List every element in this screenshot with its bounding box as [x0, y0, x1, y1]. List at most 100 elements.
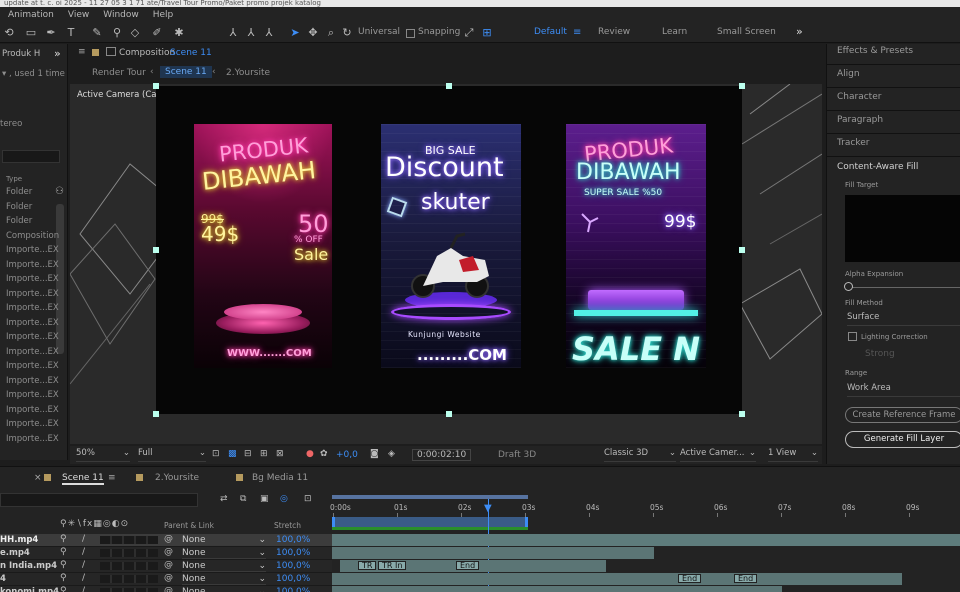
parent-dropdown[interactable]: None ⌄	[182, 561, 266, 572]
layer-name[interactable]: n India.mp4	[0, 561, 57, 571]
marker-end[interactable]: End	[678, 574, 702, 583]
world-axis-icon[interactable]: ⅄	[244, 26, 258, 39]
layer-name[interactable]: HH.mp4	[0, 535, 38, 545]
tab-yoursite[interactable]: 2.Yoursite	[155, 473, 199, 483]
layer-switches[interactable]	[100, 562, 158, 570]
motion-blur-icon[interactable]: ◎	[280, 494, 288, 504]
marker-tr-in[interactable]: TR In	[378, 561, 407, 570]
mask-visibility-icon[interactable]: ⊟	[244, 449, 252, 459]
transform-handle[interactable]	[739, 411, 745, 417]
eraser-tool-icon[interactable]: ◇	[128, 26, 142, 39]
exposure-value[interactable]: +0,0	[336, 450, 358, 460]
tab-scene-11[interactable]: Scene 11	[62, 473, 104, 485]
marker-end[interactable]: End	[734, 574, 758, 583]
layer-switches[interactable]	[100, 588, 158, 592]
layer-switches[interactable]	[100, 575, 158, 583]
stretch-value[interactable]: 100,0%	[276, 574, 310, 584]
project-item[interactable]: Importe...EX	[6, 245, 59, 255]
shy-switch-icon[interactable]: ⚲	[60, 560, 67, 570]
orbit-icon[interactable]: ⟲	[2, 26, 16, 39]
pick-whip-icon[interactable]: @	[164, 560, 173, 570]
panel-close-icon[interactable]: ≡	[78, 47, 86, 57]
project-item[interactable]: Importe...EX	[6, 419, 59, 429]
layer-name[interactable]: konomi.mp4	[0, 587, 59, 592]
rotate-tool-icon[interactable]: ↻	[340, 26, 354, 39]
marker-tr[interactable]: TR	[358, 561, 377, 570]
transform-handle[interactable]	[739, 247, 745, 253]
layer-bar[interactable]	[332, 547, 654, 559]
create-reference-frame-button[interactable]: Create Reference Frame	[845, 407, 960, 423]
views-dropdown[interactable]: 1 View ⌄	[768, 448, 818, 462]
pen-tool-icon[interactable]: ✒	[44, 26, 58, 39]
snap-grid-icon[interactable]: ⊞	[480, 26, 494, 39]
shy-switch-icon[interactable]: ⚲	[60, 547, 67, 557]
layer-bar[interactable]	[332, 586, 782, 592]
stretch-value[interactable]: 100,0%	[276, 587, 310, 592]
camera-dropdown[interactable]: Active Camer... ⌄	[680, 448, 756, 462]
table-row[interactable]: HH.mp4 ⚲ / @ None ⌄ 100,0%	[0, 534, 332, 547]
panel-align[interactable]: Align	[837, 69, 860, 79]
snap-options-icon[interactable]: ⤢	[462, 26, 476, 39]
parent-dropdown[interactable]: None ⌄	[182, 574, 266, 585]
transform-handle[interactable]	[153, 247, 159, 253]
parent-dropdown[interactable]: None ⌄	[182, 587, 266, 592]
project-search-input[interactable]	[2, 150, 60, 163]
layer-switches[interactable]	[100, 536, 158, 544]
parent-dropdown[interactable]: None ⌄	[182, 548, 266, 559]
breadcrumb-scene-11[interactable]: Scene 11	[160, 66, 212, 78]
workspace-review[interactable]: Review	[598, 27, 630, 37]
renderer-dropdown[interactable]: Classic 3D ⌄	[604, 448, 676, 462]
grid-options-icon[interactable]: ⊠	[276, 449, 284, 459]
brush-tool-icon[interactable]: ✎	[90, 26, 104, 39]
panel-effects-presets[interactable]: Effects & Presets	[837, 46, 913, 56]
panel-overflow-icon[interactable]: »	[54, 47, 61, 60]
workspace-small-screen[interactable]: Small Screen	[717, 27, 776, 37]
draft-3d-icon[interactable]: ⧉	[240, 494, 246, 504]
playhead-icon[interactable]: ▼	[484, 503, 492, 514]
menu-help[interactable]: Help	[153, 10, 174, 20]
breadcrumb-prev-icon[interactable]: ‹	[150, 67, 154, 77]
workspace-learn[interactable]: Learn	[662, 27, 687, 37]
quality-switch-icon[interactable]: /	[82, 547, 85, 557]
layer-bar[interactable]	[332, 534, 960, 546]
close-tab-icon[interactable]: ×	[34, 473, 42, 483]
transform-handle[interactable]	[446, 411, 452, 417]
tab-bg-media-11[interactable]: Bg Media 11	[252, 473, 308, 483]
menu-window[interactable]: Window	[103, 10, 139, 20]
composition-name[interactable]: Scene 11	[170, 48, 212, 58]
layer-name[interactable]: 4	[0, 574, 6, 584]
project-item[interactable]: Importe...EX	[6, 405, 59, 415]
draft-3d-toggle[interactable]: Draft 3D	[498, 450, 536, 460]
work-area-bar[interactable]	[332, 495, 528, 499]
quality-switch-icon[interactable]: /	[82, 586, 85, 592]
current-timecode[interactable]: 0:00:02:10	[412, 449, 472, 461]
poster-2[interactable]: BIG SALE Discount skuter Kunjungi Websit…	[381, 124, 521, 368]
guides-icon[interactable]: ⊞	[260, 449, 268, 459]
project-item[interactable]: Composition	[6, 231, 59, 241]
project-item[interactable]: Folder	[6, 216, 32, 226]
poster-3[interactable]: PRODUK DIBAWAH SUPER SALE %50 99$ SALE N	[566, 124, 706, 368]
show-snapshot-icon[interactable]: ◈	[388, 449, 395, 459]
transform-handle[interactable]	[153, 83, 159, 89]
roto-brush-icon[interactable]: ✐	[150, 26, 164, 39]
panel-tracker[interactable]: Tracker	[837, 138, 869, 148]
stretch-value[interactable]: 100,0%	[276, 561, 310, 571]
comp-canvas[interactable]: PRODUK DIBAWAH 99$ 49$ 50 % OFF Sale WWW…	[153, 83, 745, 417]
color-channel-icon[interactable]: ●	[306, 449, 314, 459]
snapshot-camera-icon[interactable]: ◙	[370, 449, 379, 459]
breadcrumb-next-icon[interactable]: ‹	[212, 67, 216, 77]
breadcrumb-render-tour[interactable]: Render Tour	[92, 68, 146, 78]
layer-switches[interactable]	[100, 549, 158, 557]
timeline-search-input[interactable]	[0, 493, 198, 507]
poster-1[interactable]: PRODUK DIBAWAH 99$ 49$ 50 % OFF Sale WWW…	[194, 124, 332, 368]
clone-stamp-icon[interactable]: ⚲	[110, 26, 124, 39]
comp-mini-flowchart-icon[interactable]: ⇄	[220, 494, 228, 504]
table-row[interactable]: konomi.mp4 ⚲ / @ None ⌄ 100,0%	[0, 586, 332, 592]
project-panel-title[interactable]: Produk H	[2, 49, 40, 59]
type-tool-icon[interactable]: T	[64, 26, 78, 39]
slider-thumb[interactable]	[844, 282, 853, 291]
project-item[interactable]: Importe...EX	[6, 274, 59, 284]
shy-layers-icon[interactable]: ▣	[260, 494, 269, 504]
transparency-grid-icon[interactable]: ▩	[228, 449, 237, 459]
selection-tool-icon[interactable]: ➤	[288, 26, 302, 39]
